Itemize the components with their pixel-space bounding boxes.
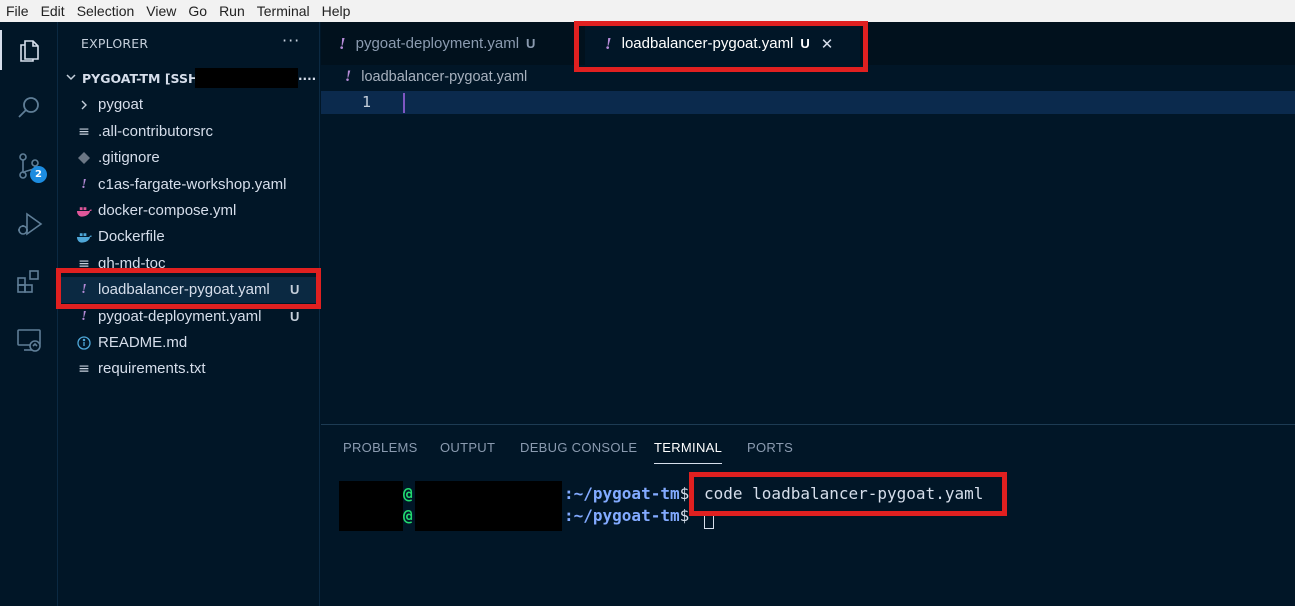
menu-bar: File Edit Selection View Go Run Terminal… <box>0 0 1295 22</box>
current-line-highlight <box>321 91 1295 114</box>
workspace-root-label: PYGOAT-TM [SSH: <box>82 71 204 86</box>
tree-item-label: docker-compose.yml <box>98 202 237 219</box>
highlight-box-sidebar <box>56 268 321 309</box>
menu-help[interactable]: Help <box>316 0 357 22</box>
text-cursor[interactable] <box>403 93 405 113</box>
search-icon <box>18 97 39 118</box>
explorer-button[interactable] <box>0 26 58 74</box>
line-number: 1 <box>362 93 372 111</box>
tree-item-label: requirements.txt <box>98 360 206 377</box>
extensions-button[interactable] <box>0 258 58 306</box>
tree-item-label: c1as-fargate-workshop.yaml <box>98 176 287 193</box>
breadcrumb: ! loadbalancer-pygoat.yaml <box>345 68 527 86</box>
prompt-path-text: :~/pygoat-tm <box>564 506 680 525</box>
tab-ports[interactable]: PORTS <box>747 440 793 455</box>
tree-item-label: .all-contributorsrc <box>98 123 214 140</box>
remote-explorer-button[interactable] <box>0 316 58 364</box>
info-icon <box>76 334 92 352</box>
yaml-icon: ! <box>81 177 87 192</box>
explorer-sidebar: EXPLORER ··· PYGOAT-TM [SSH: .... pygoat… <box>58 22 320 606</box>
lines-file-icon: ≡ <box>78 124 90 140</box>
tree-item-label: README.md <box>98 334 188 351</box>
git-diamond-icon <box>76 149 92 167</box>
highlight-box-tab <box>574 21 868 72</box>
tree-item-c1as-fargate-workshop[interactable]: ! c1as-fargate-workshop.yaml <box>58 172 320 198</box>
explorer-title: EXPLORER <box>81 36 149 51</box>
tree-item-label: .gitignore <box>98 149 160 166</box>
menu-go[interactable]: Go <box>182 0 213 22</box>
extensions-icon <box>17 270 39 293</box>
prompt-at: @ <box>403 506 413 525</box>
menu-selection[interactable]: Selection <box>71 0 141 22</box>
tab-debug-console[interactable]: DEBUG CONSOLE <box>520 440 637 455</box>
tab-output[interactable]: OUTPUT <box>440 440 495 455</box>
menu-run[interactable]: Run <box>213 0 251 22</box>
prompt-path: :~/pygoat-tm$ <box>564 484 689 503</box>
tree-item-gitignore[interactable]: .gitignore <box>58 145 320 171</box>
chevron-right-icon <box>76 96 92 114</box>
yaml-icon: ! <box>339 33 346 53</box>
run-debug-icon <box>18 212 43 236</box>
tree-item-pygoat[interactable]: pygoat <box>58 92 320 118</box>
tree-item-docker-compose[interactable]: docker-compose.yml <box>58 198 320 224</box>
tree-item-label: Dockerfile <box>98 228 165 245</box>
workspace-root[interactable]: PYGOAT-TM [SSH: .... <box>58 66 320 90</box>
highlight-box-terminal <box>689 472 1007 516</box>
explorer-icon <box>20 40 39 62</box>
run-debug-button[interactable] <box>0 200 58 248</box>
tree-item-requirements[interactable]: ≡ requirements.txt <box>58 356 320 382</box>
source-control-button[interactable]: 2 <box>0 142 58 190</box>
explorer-more-actions[interactable]: ··· <box>282 31 300 50</box>
prompt-at: @ <box>403 484 413 503</box>
chevron-down-icon <box>66 74 76 81</box>
tree-item-label: pygoat <box>98 96 144 113</box>
workspace-root-overflow: .... <box>298 69 317 83</box>
prompt-path: :~/pygoat-tm$ <box>564 506 689 525</box>
menu-terminal[interactable]: Terminal <box>251 0 316 22</box>
tree-item-dockerfile[interactable]: Dockerfile <box>58 224 320 250</box>
redacted-user <box>339 481 403 531</box>
untracked-badge: U <box>290 309 300 324</box>
docker-icon <box>76 202 92 220</box>
tree-item-readme[interactable]: README.md <box>58 330 320 356</box>
breadcrumb-file[interactable]: loadbalancer-pygoat.yaml <box>361 69 527 85</box>
menu-edit[interactable]: Edit <box>35 0 71 22</box>
search-button[interactable] <box>0 84 58 132</box>
remote-explorer-icon <box>17 329 41 352</box>
activity-bar: 2 <box>0 22 58 606</box>
yaml-icon: ! <box>81 309 87 324</box>
tree-item-all-contributorsrc[interactable]: ≡ .all-contributorsrc <box>58 119 320 145</box>
menu-view[interactable]: View <box>140 0 182 22</box>
redacted-host <box>415 481 562 531</box>
prompt-path-text: :~/pygoat-tm <box>564 484 680 503</box>
tab-label: pygoat-deployment.yaml <box>355 35 520 52</box>
lines-file-icon: ≡ <box>78 361 90 377</box>
tab-pygoat-deployment[interactable]: ! pygoat-deployment.yaml U <box>339 22 579 65</box>
menu-file[interactable]: File <box>0 0 35 22</box>
tab-problems[interactable]: PROBLEMS <box>343 440 418 455</box>
tree-item-label: pygoat-deployment.yaml <box>98 308 262 325</box>
prompt-dollar: $ <box>679 506 690 525</box>
redacted-host <box>195 68 298 88</box>
docker-icon <box>76 228 92 246</box>
yaml-icon: ! <box>345 68 352 85</box>
untracked-badge: U <box>526 36 536 51</box>
tab-terminal[interactable]: TERMINAL <box>654 440 723 464</box>
prompt-dollar: $ <box>679 484 690 503</box>
source-control-badge: 2 <box>30 166 47 183</box>
